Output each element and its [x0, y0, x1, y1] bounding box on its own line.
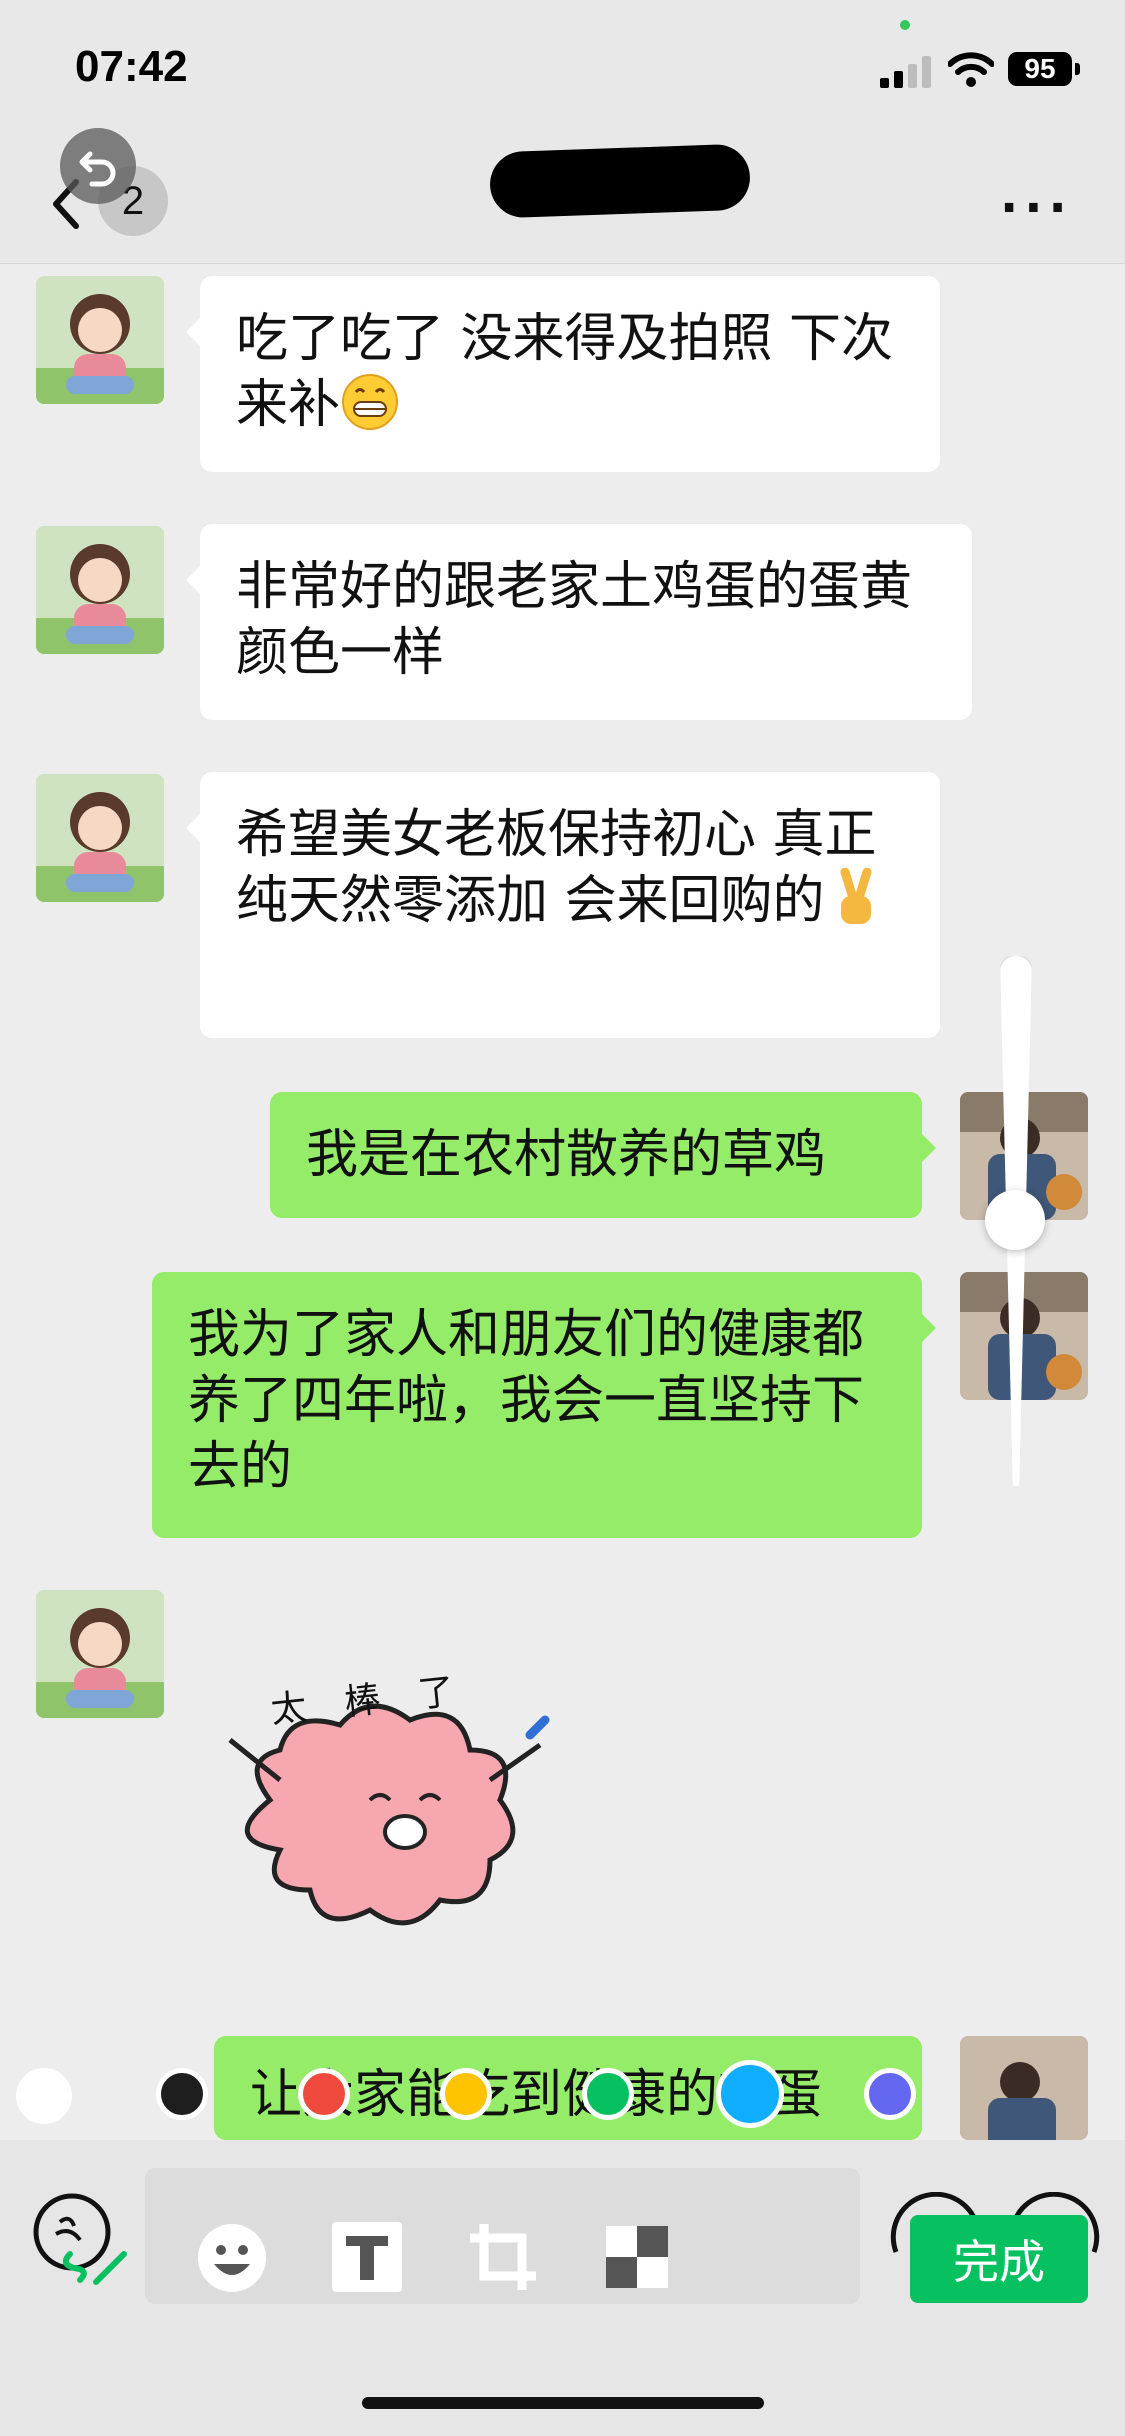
- color-swatch-blue-selected[interactable]: [716, 2060, 784, 2128]
- more-icon[interactable]: ···: [1000, 180, 1073, 236]
- message-bubble-incoming[interactable]: 希望美女老板保持初心 真正纯天然零添加 会来回购的: [186, 772, 940, 1038]
- contact-avatar[interactable]: [36, 276, 164, 404]
- message-bubble-incoming[interactable]: 非常好的跟老家土鸡蛋的蛋黄颜色一样: [186, 524, 972, 720]
- message-bubble-incoming[interactable]: 吃了吃了 没来得及拍照 下次来补: [186, 276, 940, 472]
- color-swatch-red[interactable]: [298, 2068, 350, 2120]
- color-swatch-yellow[interactable]: [440, 2068, 492, 2120]
- my-avatar[interactable]: [960, 1272, 1088, 1400]
- contact-avatar[interactable]: [36, 774, 164, 902]
- mic-indicator-dot: [900, 20, 910, 30]
- status-time: 07:42: [75, 42, 188, 91]
- color-swatch-purple[interactable]: [864, 2068, 916, 2120]
- contact-avatar[interactable]: [36, 1590, 164, 1718]
- message-text: 我是在农村散养的草鸡: [306, 1125, 827, 1185]
- home-indicator: [362, 2397, 764, 2409]
- message-bubble-outgoing[interactable]: 我是在农村散养的草鸡: [270, 1092, 936, 1218]
- victory-hand-emoji-icon: [825, 867, 885, 928]
- message-text: 吃了吃了 没来得及拍照 下次来补: [236, 309, 894, 435]
- crop-icon[interactable]: [466, 2220, 540, 2294]
- grinning-emoji-icon: [340, 372, 400, 432]
- color-swatch-white[interactable]: [16, 2068, 72, 2124]
- signal-icon: [880, 56, 931, 88]
- message-text: 我为了家人和朋友们的健康都养了四年啦，我会一直坚持下去的: [188, 1305, 865, 1497]
- text-tool-icon[interactable]: [332, 2222, 402, 2292]
- sticker-message[interactable]: 太棒了: [200, 1650, 600, 1970]
- color-swatch-black[interactable]: [156, 2068, 208, 2120]
- battery-indicator: 95: [1008, 52, 1080, 86]
- my-avatar[interactable]: [960, 2036, 1088, 2140]
- sticker-emoji-icon[interactable]: [196, 2222, 268, 2294]
- message-bubble-outgoing[interactable]: 我为了家人和朋友们的健康都养了四年啦，我会一直坚持下去的: [152, 1272, 936, 1538]
- wifi-icon: [948, 52, 994, 87]
- doodle-pen-icon[interactable]: [30, 2192, 140, 2292]
- brush-size-slider-handle[interactable]: [985, 1190, 1045, 1250]
- redacted-contact-name: [488, 143, 752, 219]
- done-button[interactable]: 完成: [910, 2215, 1088, 2303]
- mosaic-icon[interactable]: [606, 2226, 668, 2288]
- message-text: 希望美女老板保持初心 真正纯天然零添加 会来回购的: [236, 805, 877, 931]
- undo-icon[interactable]: [60, 128, 136, 204]
- color-swatch-green[interactable]: [582, 2068, 634, 2120]
- message-text: 非常好的跟老家土鸡蛋的蛋黄颜色一样: [236, 557, 913, 683]
- contact-avatar[interactable]: [36, 526, 164, 654]
